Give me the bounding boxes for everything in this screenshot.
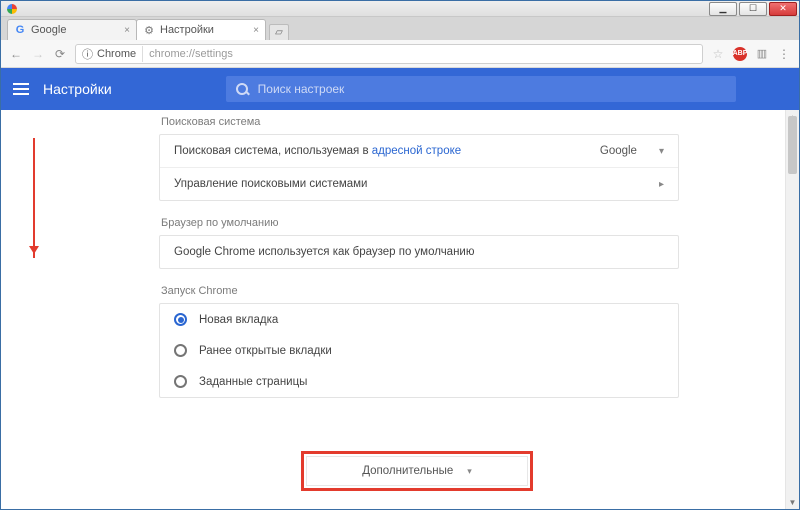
row-manage-search-engines[interactable]: Управление поисковыми системами ▸: [160, 167, 678, 200]
annotation-highlight-box: Дополнительные ▾: [301, 451, 533, 491]
gear-icon: ⚙: [143, 24, 155, 36]
address-bar-link[interactable]: адресной строке: [372, 145, 461, 157]
radio-icon: [174, 375, 187, 388]
status-text: Google Chrome используется как браузер п…: [174, 246, 474, 258]
star-icon[interactable]: ☆: [711, 47, 725, 61]
tab-strip: G Google × ⚙ Настройки × ▱: [1, 17, 799, 40]
card-default-browser: Google Chrome используется как браузер п…: [159, 235, 679, 269]
advanced-label: Дополнительные: [362, 465, 453, 477]
scheme-label: Chrome: [97, 48, 136, 60]
forward-icon[interactable]: →: [31, 47, 45, 61]
tab-label: Настройки: [160, 24, 214, 36]
search-input[interactable]: [258, 82, 726, 96]
titlebar-left: [3, 4, 707, 14]
radio-icon: [174, 344, 187, 357]
extension-icon[interactable]: ▥: [755, 47, 769, 61]
settings-header: Настройки: [1, 68, 799, 110]
window-frame: ▁ ☐ ✕ G Google × ⚙ Настройки × ▱ ← → ⟳ ⓘ…: [0, 0, 800, 510]
row-search-engine-select[interactable]: Поисковая система, используемая в адресн…: [160, 135, 678, 167]
row-label: Управление поисковыми системами: [174, 178, 367, 190]
chevron-down-icon: ▾: [659, 146, 664, 157]
section-title-search-engine: Поисковая система: [161, 116, 679, 128]
vertical-scrollbar[interactable]: ▲ ▼: [785, 110, 799, 509]
google-favicon: G: [14, 24, 26, 36]
section-title-default-browser: Браузер по умолчанию: [161, 217, 679, 229]
tab-label: Google: [31, 24, 66, 36]
browser-toolbar: ← → ⟳ ⓘ Chrome chrome://settings ☆ ABP ▥…: [1, 40, 799, 68]
annotation-arrow: [33, 138, 35, 258]
option-label: Заданные страницы: [199, 376, 307, 388]
page-title: Настройки: [43, 81, 112, 97]
row-default-browser-status: Google Chrome используется как браузер п…: [160, 236, 678, 268]
settings-search[interactable]: [226, 76, 736, 102]
close-icon[interactable]: ×: [253, 25, 259, 36]
radio-icon: [174, 313, 187, 326]
window-close-button[interactable]: ✕: [769, 2, 797, 16]
advanced-button[interactable]: Дополнительные ▾: [362, 465, 472, 477]
close-icon[interactable]: ×: [124, 25, 130, 36]
row-label: Поисковая система, используемая в адресн…: [174, 145, 461, 157]
tab-google[interactable]: G Google ×: [7, 19, 137, 40]
window-maximize-button[interactable]: ☐: [739, 2, 767, 16]
scheme-chip: ⓘ Chrome: [82, 46, 143, 62]
startup-option-new-tab[interactable]: Новая вкладка: [160, 304, 678, 335]
url-text: chrome://settings: [149, 48, 233, 60]
option-label: Ранее открытые вкладки: [199, 345, 332, 357]
info-icon: ⓘ: [82, 46, 93, 62]
new-tab-button[interactable]: ▱: [269, 24, 289, 40]
address-bar[interactable]: ⓘ Chrome chrome://settings: [75, 44, 703, 64]
dropdown-value: Google: [600, 145, 637, 157]
tab-settings[interactable]: ⚙ Настройки ×: [136, 19, 266, 40]
chrome-app-icon: [7, 4, 17, 14]
startup-option-continue[interactable]: Ранее открытые вкладки: [160, 335, 678, 366]
row-label-prefix: Поисковая система, используемая в: [174, 145, 372, 157]
section-title-startup: Запуск Chrome: [161, 285, 679, 297]
menu-icon[interactable]: ⋮: [777, 47, 791, 61]
search-engine-dropdown[interactable]: Google ▾: [600, 145, 664, 157]
scroll-thumb[interactable]: [788, 116, 797, 174]
back-icon[interactable]: ←: [9, 47, 23, 61]
startup-option-specific-pages[interactable]: Заданные страницы: [160, 366, 678, 397]
card-startup: Новая вкладка Ранее открытые вкладки Зад…: [159, 303, 679, 398]
search-icon: [236, 83, 248, 95]
option-label: Новая вкладка: [199, 314, 278, 326]
chevron-right-icon: ▸: [659, 179, 664, 190]
card-search-engine: Поисковая система, используемая в адресн…: [159, 134, 679, 201]
scroll-down-icon[interactable]: ▼: [786, 495, 799, 509]
reload-icon[interactable]: ⟳: [53, 47, 67, 61]
abp-extension-icon[interactable]: ABP: [733, 47, 747, 61]
window-minimize-button[interactable]: ▁: [709, 2, 737, 16]
window-titlebar: ▁ ☐ ✕: [1, 1, 799, 17]
chevron-down-icon: ▾: [467, 466, 472, 477]
hamburger-icon[interactable]: [13, 83, 29, 95]
settings-content: ▲ ▼ Поисковая система Поисковая система,…: [1, 110, 799, 509]
